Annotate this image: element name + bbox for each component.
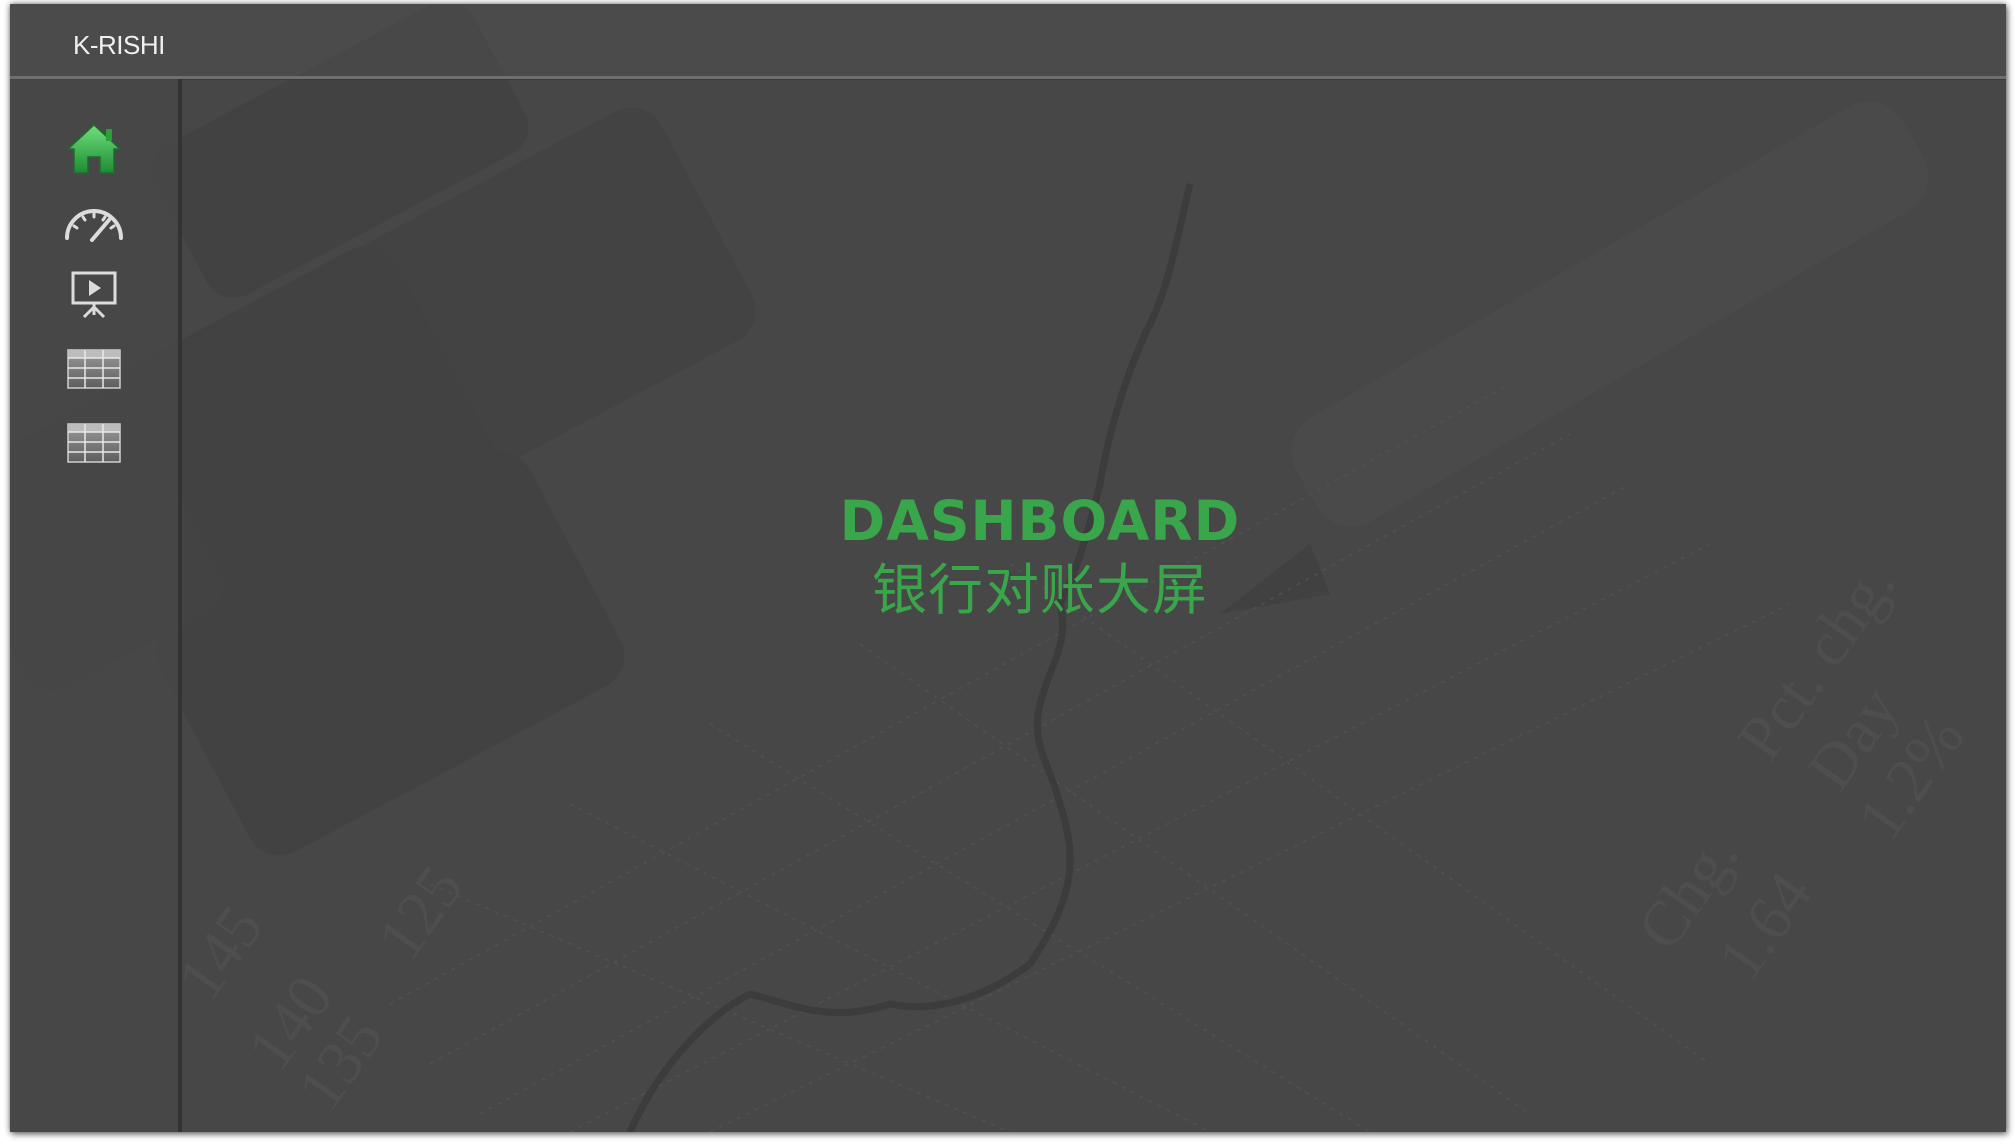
page-subtitle: 银行对账大屏 [871,558,1208,622]
sidebar-item-gauge[interactable] [60,192,128,252]
app-title: K-RISHI [73,30,165,60]
svg-text:125: 125 [363,853,476,972]
sidebar-item-table-1[interactable] [60,339,128,399]
sidebar-item-home[interactable] [60,119,128,179]
sidebar [10,79,182,1132]
presentation-icon [71,271,117,319]
app-window: Pct. chg. Day 1.2% Chg. 1.64 140 135 145… [10,4,2006,1132]
table-icon [67,423,121,463]
table-icon [67,349,121,389]
sidebar-item-table-2[interactable] [60,413,128,473]
dashboard-heading: DASHBOARD 银行对账大屏 [770,488,1310,626]
speedometer-icon [65,209,123,242]
title-bar: K-RISHI [10,4,2006,79]
page-title: DASHBOARD [839,489,1241,553]
sidebar-item-presentation[interactable] [60,265,128,325]
home-icon [66,123,122,174]
